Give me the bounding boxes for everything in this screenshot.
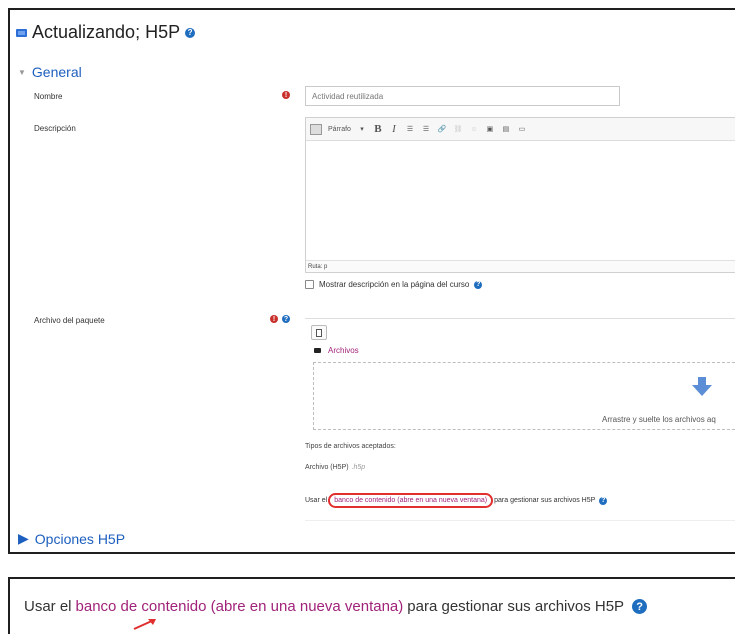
pointer-arrow-icon	[133, 619, 156, 630]
bank-suffix: para gestionar sus archivos H5P	[494, 497, 596, 504]
editor-toolbar: Párrafo ▾ B I ☰ ☰ 🔗 ⛓ ☺ ▣ ▤ ▭	[306, 118, 735, 141]
folder-icon	[314, 348, 321, 353]
bold-button[interactable]: B	[373, 123, 383, 135]
section-divider	[305, 520, 735, 521]
zoomed-bank-row: Usar el banco de contenido (abre en una …	[24, 598, 648, 615]
emoticon-icon[interactable]: ☺	[469, 123, 479, 135]
required-icon: !	[270, 315, 278, 323]
zoomed-detail-panel: Usar el banco de contenido (abre en una …	[8, 577, 735, 634]
help-icon[interactable]: ?	[282, 315, 290, 323]
content-bank-link[interactable]: banco de contenido (abre en una nueva ve…	[328, 493, 494, 508]
add-file-button[interactable]	[311, 325, 327, 340]
files-crumb-label: Archivos	[328, 346, 359, 355]
chevron-right-icon: ▶	[18, 530, 29, 546]
help-icon[interactable]: ?	[632, 599, 648, 614]
files-breadcrumb[interactable]: Archivos	[314, 346, 359, 355]
file-dropzone[interactable]: Arrastre y suelte los archivos aq	[313, 362, 735, 430]
zoom-content-bank-link[interactable]: banco de contenido (abre en una nueva ve…	[76, 598, 404, 615]
document-icon	[316, 328, 322, 337]
show-description-option[interactable]: Mostrar descripción en la página del cur…	[305, 280, 483, 289]
accepted-type-label: Archivo (H5P)	[305, 464, 349, 471]
chevron-down-icon[interactable]: ▾	[357, 123, 367, 135]
section-options-toggle[interactable]: ▶ Opciones H5P	[18, 530, 125, 547]
accepted-extension: .h5p	[351, 464, 366, 471]
package-label: Archivo del paquete	[34, 316, 105, 325]
italic-button[interactable]: I	[389, 123, 399, 135]
content-bank-row: Usar el banco de contenido (abre en una …	[305, 493, 608, 508]
help-icon[interactable]: ?	[599, 496, 608, 505]
image-icon[interactable]: ▣	[485, 123, 495, 135]
download-arrow-icon	[692, 377, 712, 396]
file-icon[interactable]: ▭	[517, 123, 527, 135]
accepted-type: Archivo (H5P) .h5p	[305, 464, 365, 471]
chevron-down-icon: ▼	[18, 67, 26, 77]
editor-path: Ruta: p	[306, 260, 735, 272]
filepicker-divider	[305, 318, 735, 319]
unlink-icon[interactable]: ⛓	[453, 123, 463, 135]
description-editor[interactable]: Párrafo ▾ B I ☰ ☰ 🔗 ⛓ ☺ ▣ ▤ ▭ Ruta: p	[305, 117, 735, 273]
h5p-logo-icon	[16, 28, 27, 37]
page-title: Actualizando; H5P	[32, 22, 181, 42]
link-icon[interactable]: 🔗	[437, 123, 447, 135]
zoom-prefix: Usar el	[24, 598, 72, 615]
media-icon[interactable]: ▤	[501, 123, 511, 135]
drop-hint: Arrastre y suelte los archivos aq	[602, 415, 716, 424]
name-input[interactable]: Actividad reutilizada	[305, 86, 620, 106]
page-header: Actualizando; H5P ?	[16, 22, 196, 43]
bank-prefix: Usar el	[305, 497, 328, 504]
description-label: Descripción	[34, 124, 76, 133]
required-icon: !	[282, 91, 290, 99]
toolbar-toggle-icon[interactable]	[310, 123, 322, 135]
help-icon[interactable]: ?	[474, 280, 483, 289]
show-description-checkbox[interactable]	[305, 280, 314, 289]
numbered-list-icon[interactable]: ☰	[421, 123, 431, 135]
zoom-suffix: para gestionar sus archivos H5P	[407, 598, 625, 615]
section-options-label: Opciones H5P	[34, 530, 126, 547]
paragraph-select[interactable]: Párrafo	[328, 123, 351, 135]
accepted-types-title: Tipos de archivos aceptados:	[305, 443, 396, 450]
help-icon[interactable]: ?	[185, 27, 196, 38]
section-general-toggle[interactable]: ▼ General	[18, 64, 82, 80]
bullet-list-icon[interactable]: ☰	[405, 123, 415, 135]
name-label: Nombre	[34, 92, 63, 101]
show-description-label: Mostrar descripción en la página del cur…	[319, 280, 470, 289]
section-general-label: General	[31, 64, 82, 80]
